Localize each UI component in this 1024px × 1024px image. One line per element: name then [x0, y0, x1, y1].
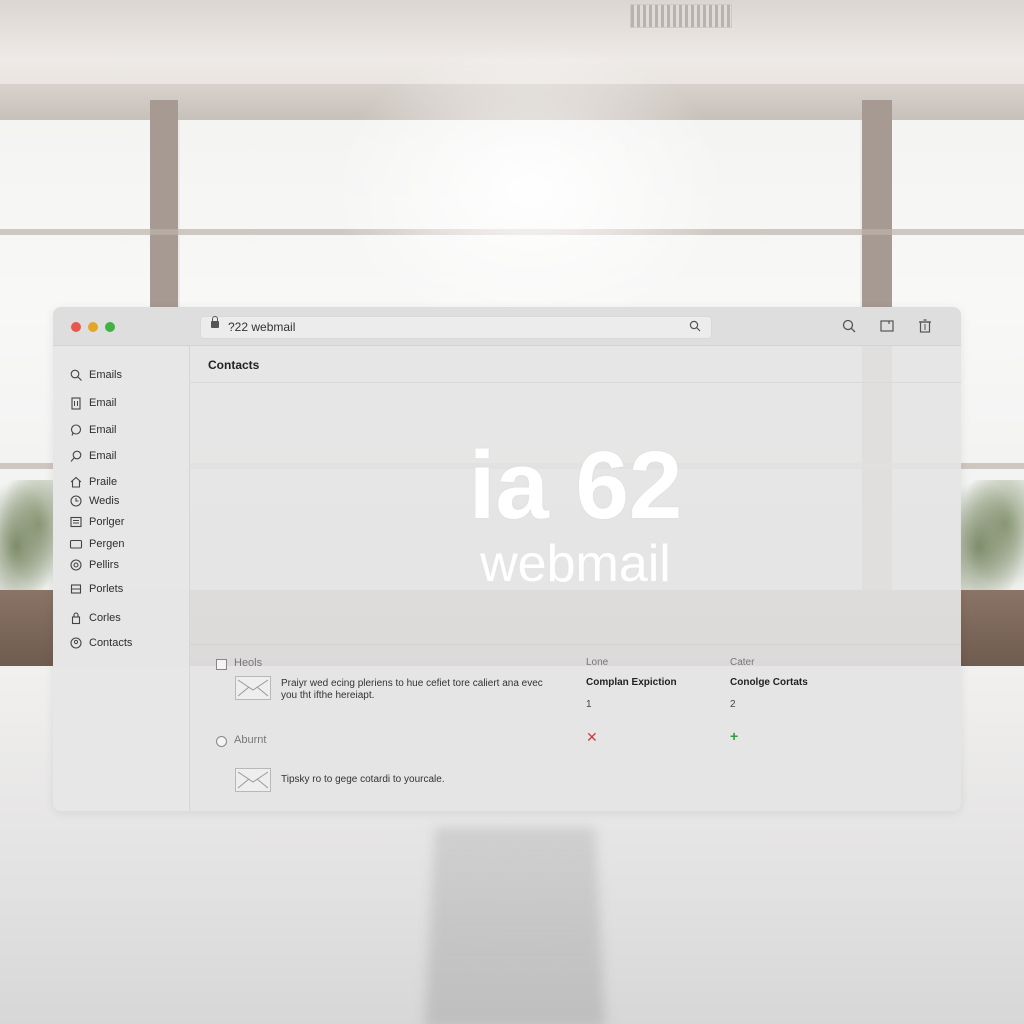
- plus-icon[interactable]: +: [730, 728, 738, 744]
- sidebar-item-emails[interactable]: Emails: [69, 367, 122, 383]
- column-header: Lone: [586, 657, 609, 668]
- sidebar-item-contacts[interactable]: Contacts: [69, 635, 132, 651]
- sidebar-item-label: Email: [89, 424, 117, 436]
- search-icon: [70, 369, 82, 381]
- message-preview[interactable]: Tipsky ro to gege cotardi to yourcale.: [281, 774, 581, 786]
- column-title: Complan Expiction: [586, 677, 677, 688]
- trees: [960, 480, 1024, 590]
- x-icon[interactable]: ✕: [586, 729, 598, 746]
- lock-icon: [71, 612, 81, 625]
- column-number: 2: [730, 699, 736, 710]
- app-window: ?22 webmail Emails Email Email Email Pra…: [53, 307, 961, 811]
- clock-icon: [70, 495, 82, 507]
- row-radio[interactable]: [216, 736, 227, 747]
- building-icon: [71, 397, 81, 410]
- sidebar-item-label: Email: [89, 397, 117, 409]
- sidebar-item-email[interactable]: Email: [69, 422, 117, 438]
- contacts-icon: [70, 637, 82, 649]
- light-glow: [330, 40, 730, 340]
- chat-bubble-icon: [70, 424, 82, 436]
- sidebar-item-label: Corles: [89, 612, 121, 624]
- column-number: 1: [586, 699, 592, 710]
- main-content: Contacts ia 62 webmail Heols Praiyr wed …: [190, 346, 961, 811]
- address-bar[interactable]: ?22 webmail: [200, 316, 712, 339]
- row-label: Aburnt: [234, 734, 267, 746]
- home-icon: [70, 476, 82, 488]
- ceiling-vent: [630, 4, 732, 28]
- row-label: Heols: [234, 657, 263, 669]
- sidebar-item-label: Emails: [89, 369, 123, 381]
- lock-icon: [211, 316, 219, 328]
- list-icon: [70, 584, 82, 594]
- close-button[interactable]: [71, 322, 81, 332]
- sidebar-item-pergen[interactable]: Pergen: [69, 536, 124, 552]
- sidebar-item-label: Wedis: [89, 495, 120, 507]
- document-icon: [70, 516, 82, 528]
- message-preview[interactable]: Praiyr wed ecing pleriens to hue cefiet …: [281, 678, 551, 702]
- sidebar-item-label: Contacts: [89, 637, 133, 649]
- trees: [0, 480, 55, 590]
- sidebar-item-label: Praile: [89, 476, 118, 488]
- sidebar-item-email[interactable]: Email: [69, 448, 117, 464]
- column-title: Conolge Cortats: [730, 677, 808, 688]
- pen-icon: [70, 450, 82, 462]
- sidebar-item-label: Email: [89, 450, 117, 462]
- minimize-button[interactable]: [88, 322, 98, 332]
- sidebar-item-label: Pellirs: [89, 559, 119, 571]
- sidebar: Emails Email Email Email Praile Wedis Po…: [53, 346, 190, 811]
- content-header: Contacts: [190, 346, 961, 383]
- sidebar-item-wedis[interactable]: Wedis: [69, 493, 119, 509]
- floor-shadow: [424, 827, 606, 1024]
- window-icon[interactable]: [879, 318, 895, 334]
- page-title: Contacts: [208, 358, 260, 372]
- sidebar-item-porlets[interactable]: Porlets: [69, 581, 123, 597]
- sidebar-item-label: Porlets: [89, 583, 124, 595]
- envelope-icon: [235, 676, 271, 700]
- brand-title: ia 62: [468, 432, 683, 539]
- folder-icon: [69, 539, 83, 549]
- sidebar-item-label: Pergen: [89, 538, 125, 550]
- divider: [190, 644, 961, 645]
- maximize-button[interactable]: [105, 322, 115, 332]
- sidebar-item-pellirs[interactable]: Pellirs: [69, 557, 119, 573]
- column-header: Cater: [730, 657, 755, 668]
- titlebar: ?22 webmail: [53, 307, 961, 346]
- sidebar-item-porlger[interactable]: Porlger: [69, 514, 124, 530]
- at-icon: [70, 559, 82, 571]
- brand-logo: ia 62 webmail: [190, 436, 961, 594]
- trash-icon[interactable]: [917, 318, 933, 334]
- address-text: ?22 webmail: [228, 320, 296, 334]
- sidebar-item-email[interactable]: Email: [69, 395, 117, 411]
- row-checkbox[interactable]: [216, 659, 227, 670]
- envelope-icon: [235, 768, 271, 792]
- search-icon[interactable]: [689, 320, 701, 332]
- brand-subtitle: webmail: [480, 535, 671, 593]
- sidebar-item-corles[interactable]: Corles: [69, 610, 121, 626]
- search-icon[interactable]: [841, 318, 857, 334]
- sidebar-item-praile[interactable]: Praile: [69, 474, 117, 490]
- sidebar-item-label: Porlger: [89, 516, 125, 528]
